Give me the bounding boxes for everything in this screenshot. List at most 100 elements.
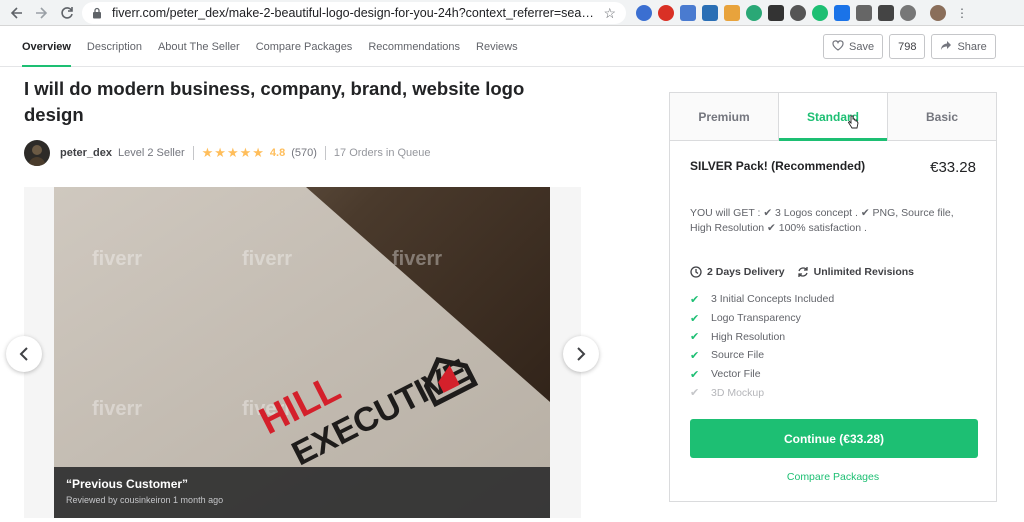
tab-reviews[interactable]: Reviews bbox=[476, 27, 518, 67]
extension-icon[interactable] bbox=[658, 5, 674, 21]
watermark-text: fiverr bbox=[392, 248, 442, 270]
star-icon: ★ bbox=[201, 145, 214, 160]
check-icon: ✔ bbox=[690, 293, 700, 306]
back-icon[interactable] bbox=[6, 2, 28, 24]
extension-icon[interactable] bbox=[900, 5, 916, 21]
gig-nav-tabs: Overview Description About The Seller Co… bbox=[22, 27, 518, 67]
extension-icon[interactable] bbox=[768, 5, 784, 21]
star-icon: ★ bbox=[214, 145, 226, 160]
cursor-hand-icon bbox=[847, 115, 859, 132]
puzzle-icon[interactable] bbox=[834, 5, 850, 21]
package-price: €33.28 bbox=[930, 159, 976, 176]
tab-description[interactable]: Description bbox=[87, 27, 142, 67]
extension-icon[interactable] bbox=[878, 5, 894, 21]
review-caption: “Previous Customer” Reviewed by cousinke… bbox=[54, 467, 550, 518]
tab-about-seller[interactable]: About The Seller bbox=[158, 27, 240, 67]
forward-icon[interactable] bbox=[30, 2, 52, 24]
divider bbox=[324, 146, 326, 160]
delivery-info: 2 Days Delivery bbox=[690, 266, 785, 278]
feature-item: ✔ Logo Transparency bbox=[690, 309, 976, 328]
delivery-label: 2 Days Delivery bbox=[707, 266, 785, 278]
package-name: SILVER Pack! (Recommended) bbox=[690, 159, 866, 173]
save-label: Save bbox=[849, 40, 875, 53]
lock-icon bbox=[92, 7, 106, 19]
tab-compare-packages[interactable]: Compare Packages bbox=[256, 27, 353, 67]
feature-item-excluded: ✔ 3D Mockup bbox=[690, 383, 976, 402]
gallery-prev-button[interactable] bbox=[6, 336, 42, 372]
orders-in-queue: 17 Orders in Queue bbox=[333, 147, 431, 159]
check-icon: ✔ bbox=[690, 387, 700, 400]
rating-score: 4.8 bbox=[269, 147, 286, 159]
extension-icon[interactable] bbox=[812, 5, 828, 21]
check-icon: ✔ bbox=[690, 349, 700, 362]
feature-label: Logo Transparency bbox=[711, 312, 801, 325]
seller-avatar[interactable] bbox=[24, 140, 50, 166]
extension-icon[interactable] bbox=[702, 5, 718, 21]
seller-name[interactable]: peter_dex bbox=[60, 147, 112, 159]
revisions-info: Unlimited Revisions bbox=[797, 266, 914, 278]
tab-standard[interactable]: Standard bbox=[779, 93, 888, 141]
address-bar[interactable]: fiverr.com/peter_dex/make-2-beautiful-lo… bbox=[82, 2, 626, 24]
share-button[interactable]: Share bbox=[931, 34, 996, 59]
url-text: fiverr.com/peter_dex/make-2-beautiful-lo… bbox=[112, 6, 598, 20]
bookmark-star-icon[interactable]: ☆ bbox=[603, 5, 616, 22]
package-meta: 2 Days Delivery Unlimited Revisions bbox=[690, 266, 976, 278]
revisions-label: Unlimited Revisions bbox=[813, 266, 914, 278]
package-body: SILVER Pack! (Recommended) €33.28 YOU wi… bbox=[670, 159, 996, 483]
extension-icon[interactable] bbox=[746, 5, 762, 21]
camera-icon[interactable] bbox=[856, 5, 872, 21]
heart-icon bbox=[832, 39, 844, 54]
feature-item: ✔ High Resolution bbox=[690, 327, 976, 346]
gig-nav: Overview Description About The Seller Co… bbox=[0, 27, 1024, 67]
gig-title: I will do modern business, company, bran… bbox=[24, 78, 525, 125]
feature-item: ✔ Vector File bbox=[690, 365, 976, 384]
package-tabs: Premium Standard Basic bbox=[670, 93, 996, 141]
extension-icon[interactable] bbox=[790, 5, 806, 21]
check-icon: ✔ bbox=[690, 368, 700, 381]
feature-label: 3 Initial Concepts Included bbox=[711, 293, 835, 306]
continue-button[interactable]: Continue (€33.28) bbox=[690, 419, 978, 459]
tab-overview[interactable]: Overview bbox=[22, 27, 71, 67]
divider bbox=[192, 146, 194, 160]
tab-premium[interactable]: Premium bbox=[670, 93, 779, 140]
feature-label: 3D Mockup bbox=[711, 386, 765, 399]
review-count[interactable]: (570) bbox=[291, 147, 317, 159]
feature-label: Vector File bbox=[711, 368, 761, 381]
rating-stars: ★ ★ ★ ★ ★ bbox=[202, 145, 264, 161]
star-icon: ★ bbox=[226, 145, 239, 160]
save-button[interactable]: Save bbox=[823, 34, 884, 59]
seller-level: Level 2 Seller bbox=[117, 147, 185, 159]
feature-list: ✔ 3 Initial Concepts Included ✔ Logo Trans… bbox=[690, 290, 976, 402]
share-label: Share bbox=[957, 40, 987, 53]
extension-icon[interactable] bbox=[636, 5, 652, 21]
caption-quote: “Previous Customer” bbox=[66, 477, 189, 491]
reload-icon[interactable] bbox=[56, 2, 78, 24]
tab-recommendations[interactable]: Recommendations bbox=[368, 27, 460, 67]
gig-actions: Save 798 Share bbox=[823, 34, 996, 59]
feature-item: ✔ 3 Initial Concepts Included bbox=[690, 290, 976, 309]
extension-icon[interactable] bbox=[724, 5, 740, 21]
check-icon: ✔ bbox=[690, 312, 700, 325]
feature-item: ✔ Source File bbox=[690, 346, 976, 365]
star-icon: ★ bbox=[239, 145, 252, 160]
profile-avatar[interactable] bbox=[930, 5, 946, 21]
watermark-text: fiverr bbox=[242, 248, 292, 270]
package-header: SILVER Pack! (Recommended) €33.28 bbox=[690, 159, 976, 176]
seller-overview: peter_dex Level 2 Seller ★ ★ ★ ★ ★ 4.8 (… bbox=[24, 140, 431, 166]
gig-gallery: fiverr fiverr fiverr fiverr fiverr HILL … bbox=[24, 187, 581, 518]
compare-packages-link[interactable]: Compare Packages bbox=[690, 471, 976, 483]
caption-meta: Reviewed by cousinkeiron 1 month ago bbox=[66, 495, 224, 505]
package-description: YOU will GET : ✔ 3 Logos concept . ✔ PNG… bbox=[690, 207, 954, 234]
clock-icon bbox=[690, 266, 702, 278]
extension-icon[interactable] bbox=[680, 5, 696, 21]
menu-dots-icon[interactable]: ⋮ bbox=[956, 6, 968, 20]
tab-basic[interactable]: Basic bbox=[888, 93, 996, 140]
extensions-bar: ⋮ bbox=[636, 3, 968, 23]
watermark-text: fiverr bbox=[92, 398, 142, 420]
save-count: 798 bbox=[889, 34, 926, 59]
watermark-text: fiverr bbox=[92, 248, 142, 270]
refresh-icon bbox=[797, 267, 808, 277]
star-icon: ★ bbox=[252, 145, 264, 160]
share-icon bbox=[940, 40, 952, 54]
gallery-next-button[interactable] bbox=[563, 336, 599, 372]
